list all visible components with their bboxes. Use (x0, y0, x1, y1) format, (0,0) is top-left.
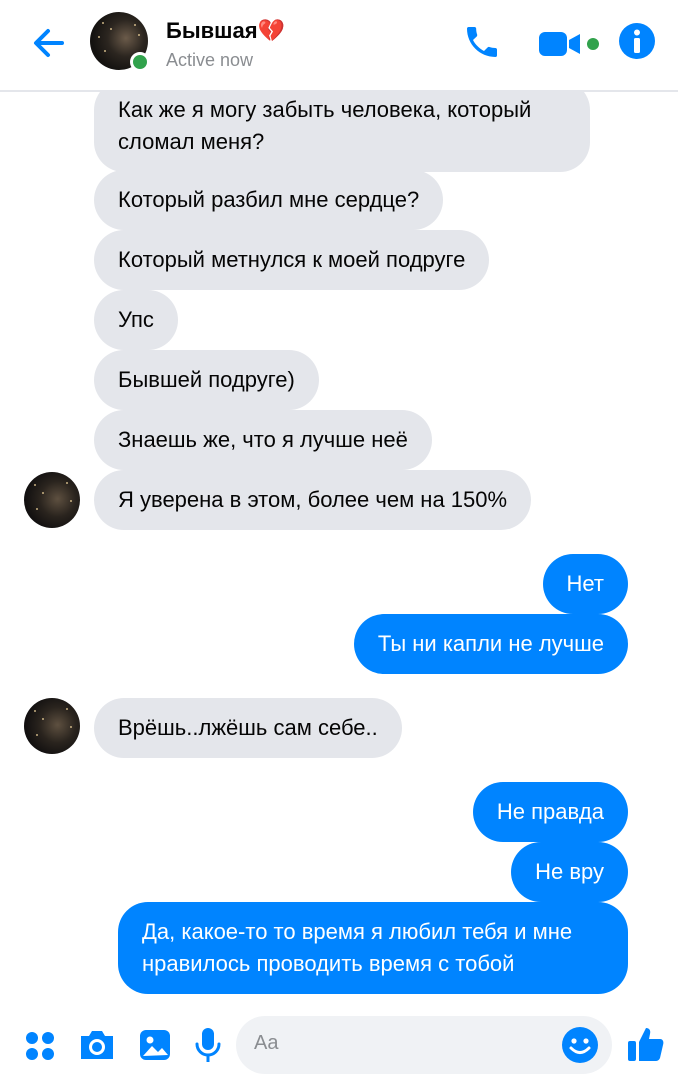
voice-message-button[interactable] (194, 1026, 222, 1069)
emoji-button[interactable] (560, 1025, 600, 1070)
sender-avatar[interactable] (24, 472, 80, 528)
outgoing-message[interactable]: Не вру (511, 842, 628, 902)
camera-button[interactable] (78, 1028, 116, 1067)
back-arrow-icon (34, 29, 64, 57)
incoming-message[interactable]: Я уверена в этом, более чем на 150% (94, 470, 532, 530)
info-icon (619, 23, 655, 59)
thumbs-up-icon (628, 1028, 664, 1061)
outgoing-message[interactable]: Не правда (472, 782, 628, 842)
conversation-info-button[interactable] (618, 22, 656, 65)
incoming-message[interactable]: Бывшей подруге) (94, 350, 319, 410)
message-input-placeholder: Aa (254, 1032, 279, 1054)
more-actions-button[interactable] (24, 1030, 56, 1067)
emoji-icon (562, 1027, 598, 1063)
incoming-message[interactable]: Который разбил мне сердце? (94, 170, 444, 230)
outgoing-message[interactable]: Нет (542, 554, 628, 614)
apps-grid-icon (26, 1032, 54, 1060)
incoming-message[interactable]: Врёшь..лжёшь сам себе.. (94, 698, 402, 758)
outgoing-message[interactable]: Да, какое-то то время я любил тебя и мне… (118, 902, 628, 994)
active-status-dot (130, 52, 150, 72)
gallery-button[interactable] (138, 1028, 172, 1067)
back-button[interactable] (28, 22, 70, 64)
contact-name[interactable]: Бывшая💔 (166, 18, 285, 44)
message-input[interactable]: Aa (236, 1016, 612, 1074)
conversation-header: Бывшая💔 Active now (0, 0, 678, 92)
incoming-message[interactable]: Который метнулся к моей подруге (94, 230, 490, 290)
phone-icon (467, 27, 497, 57)
incoming-message[interactable]: Как же я могу забыть человека, который с… (94, 92, 590, 172)
video-camera-icon (539, 32, 599, 56)
message-list[interactable]: Как же я могу забыть человека, который с… (0, 92, 678, 1010)
camera-icon (81, 1031, 113, 1059)
outgoing-message[interactable]: Ты ни капли не лучше (353, 614, 628, 674)
microphone-icon (195, 1028, 221, 1062)
contact-avatar[interactable] (90, 12, 150, 72)
composer-bar: Aa (0, 1010, 678, 1080)
voice-call-button[interactable] (462, 22, 502, 67)
like-button[interactable] (626, 1024, 666, 1069)
sender-avatar[interactable] (24, 698, 80, 754)
image-icon (140, 1030, 170, 1060)
contact-status: Active now (166, 50, 254, 70)
incoming-message[interactable]: Знаешь же, что я лучше неё (94, 410, 432, 470)
video-call-button[interactable] (538, 30, 602, 63)
incoming-message[interactable]: Упс (94, 290, 178, 350)
